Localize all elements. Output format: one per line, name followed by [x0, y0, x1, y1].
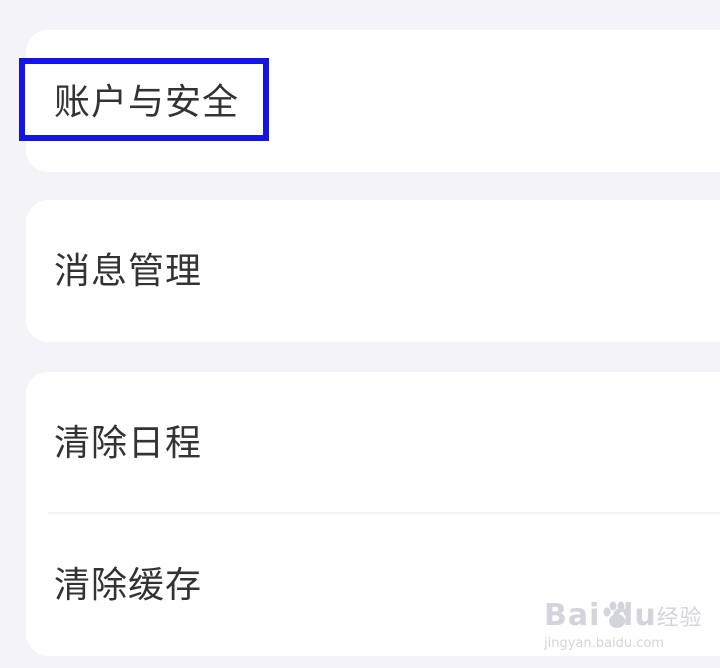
settings-item-label: 清除缓存 — [54, 565, 203, 606]
settings-item-label: 清除日程 — [54, 423, 203, 464]
watermark-url: jingyan.baidu.com — [544, 636, 664, 651]
settings-item-label: 账户与安全 — [54, 82, 240, 123]
settings-card-account: 账户与安全 — [26, 30, 720, 172]
settings-item-message-management[interactable]: 消息管理 — [26, 200, 720, 342]
paw-icon — [603, 601, 631, 628]
settings-item-label: 消息管理 — [54, 251, 203, 292]
baidu-jingyan-watermark: Bai du经验 jingyan.baidu.com — [544, 596, 702, 656]
settings-card-messages: 消息管理 — [26, 200, 720, 342]
settings-item-account-security[interactable]: 账户与安全 — [26, 30, 720, 172]
settings-item-clear-schedule[interactable]: 清除日程 — [26, 372, 720, 512]
